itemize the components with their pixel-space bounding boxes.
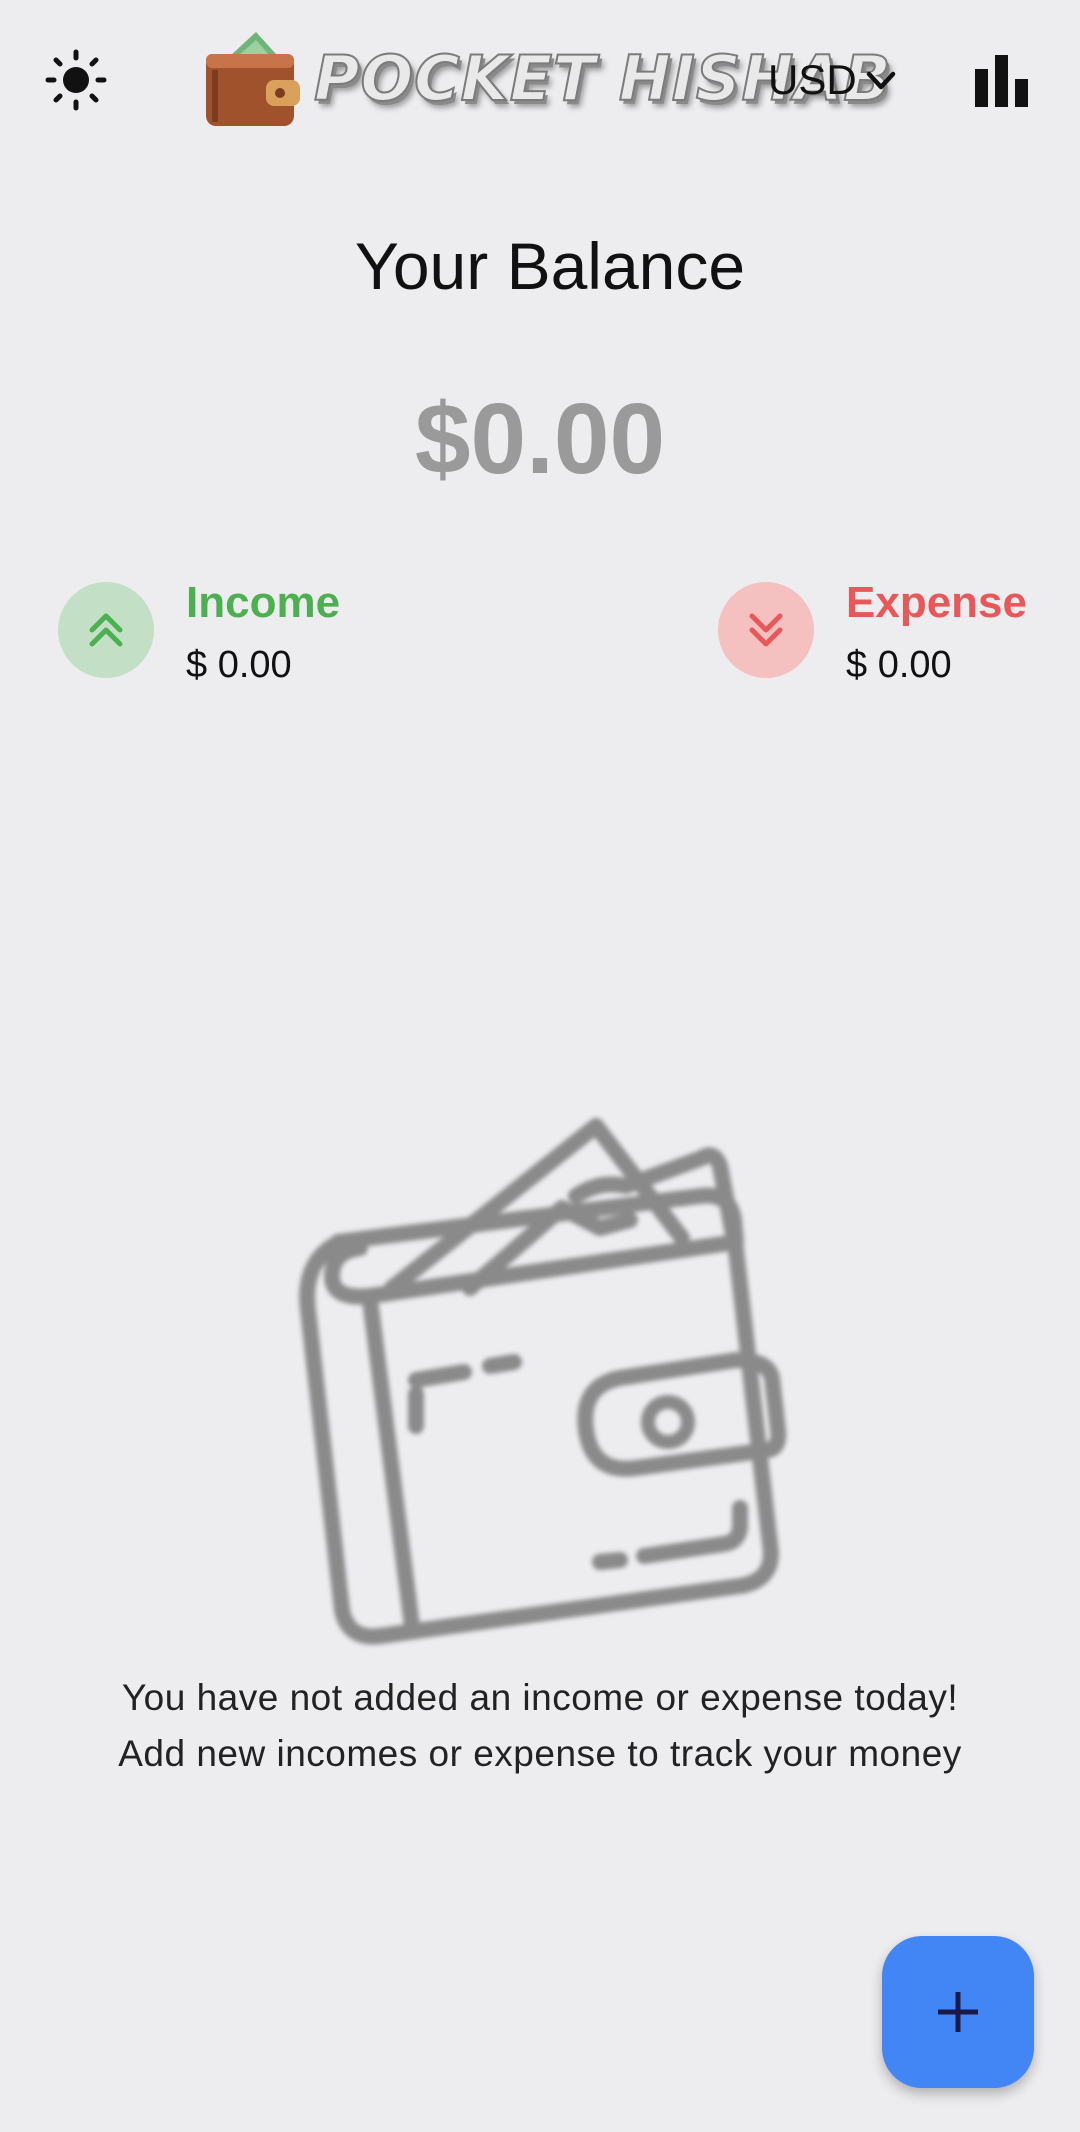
chevron-down-icon bbox=[866, 71, 895, 90]
balance-title: Your Balance bbox=[354, 229, 746, 303]
bar-chart-icon bbox=[975, 55, 1028, 107]
empty-state-line-1: You have not added an income or expense … bbox=[121, 1677, 959, 1718]
income-icon-circle bbox=[58, 582, 154, 678]
empty-state-message: You have not added an income or expense … bbox=[0, 1670, 1080, 1782]
sun-icon bbox=[45, 49, 107, 111]
app-bar: POCKET HISHAB USD bbox=[0, 0, 1080, 160]
income-value: $ 0.00 bbox=[186, 644, 292, 686]
income-label: Income bbox=[186, 578, 341, 627]
statistics-button[interactable] bbox=[966, 46, 1036, 116]
wallet-icon bbox=[299, 1118, 787, 1645]
currency-label: USD bbox=[768, 56, 857, 103]
plus-icon bbox=[938, 1992, 978, 2032]
add-transaction-button[interactable] bbox=[882, 1936, 1034, 2088]
double-chevron-down-icon bbox=[749, 613, 783, 647]
empty-state-line-2: Add new incomes or expense to track your… bbox=[118, 1733, 962, 1774]
wallet-logo-icon bbox=[206, 32, 300, 126]
expense-icon-circle bbox=[718, 582, 814, 678]
expense-label: Expense bbox=[846, 578, 1027, 627]
balance-amount: $0.00 bbox=[414, 383, 666, 495]
double-chevron-up-icon bbox=[89, 613, 123, 647]
currency-dropdown[interactable]: USD bbox=[768, 50, 901, 110]
theme-toggle-button[interactable] bbox=[36, 40, 116, 120]
expense-value: $ 0.00 bbox=[846, 644, 952, 686]
